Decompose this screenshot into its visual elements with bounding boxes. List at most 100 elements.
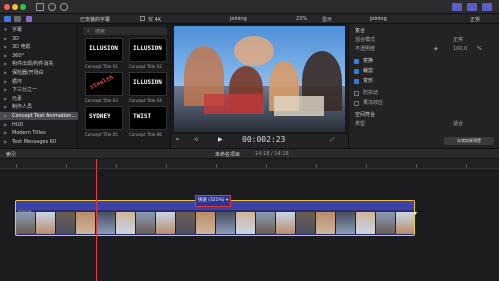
title-bar (0, 0, 499, 14)
rolling-checkbox[interactable] (354, 101, 359, 106)
crop-checkbox[interactable] (354, 69, 359, 74)
filmstrip-frame (36, 212, 56, 234)
rolling-row[interactable]: 果冻效应 (349, 99, 499, 108)
zoom-level[interactable]: 23% (296, 16, 307, 22)
playhead[interactable] (96, 159, 97, 281)
disclosure-icon[interactable]: ▶ (4, 52, 7, 60)
timeline-toolbar: 索引 未命名项目 14:18 / 14:18 (0, 148, 499, 159)
diamond-icon[interactable]: ◆ (434, 45, 438, 54)
ruler-tick (216, 164, 217, 168)
layout-icon-2[interactable] (467, 3, 477, 11)
clip-end-handle[interactable]: ▾ (414, 210, 417, 217)
disclosure-icon[interactable]: ▶ (4, 43, 7, 51)
sidebar-item[interactable]: ▶ HUD (0, 121, 78, 129)
sidebar-item[interactable]: ▶ 下三分之一 (0, 86, 78, 94)
disclosure-icon[interactable]: ▶ (4, 35, 7, 43)
ruler-tick (266, 164, 267, 168)
filmstrip-frame (116, 212, 136, 234)
sidebar-item[interactable]: ▶ 元素 (0, 95, 78, 103)
browser-header: 已安装的字幕 (80, 17, 111, 23)
zoom-window-button[interactable] (20, 4, 26, 10)
sidebar-item[interactable]: ▶ 构件出现/构件消失 (0, 60, 78, 68)
sidebar-item[interactable]: ▼ 字幕 (0, 26, 78, 34)
opacity-unit: % (477, 46, 482, 52)
stabilize-checkbox[interactable] (354, 91, 359, 96)
disclosure-icon[interactable]: ▶ (4, 112, 7, 120)
blend-value[interactable]: 正常 (453, 36, 463, 45)
filmstrip-frame (76, 212, 96, 234)
play-button[interactable]: ▶ (218, 136, 223, 143)
title-thumbnail[interactable]: ILLUSION (85, 38, 123, 62)
type-row: 类型 适合 (349, 120, 499, 129)
transform-checkbox[interactable] (354, 59, 359, 64)
sidebar-item[interactable]: ▶ 保险器/开场白 (0, 69, 78, 77)
disclosure-icon[interactable]: ▶ (4, 121, 7, 129)
title-browser: ⌕ 搜索 ILLUSION Concept Title 01 ILLUSION Con… (79, 24, 171, 148)
keyword-icon[interactable] (48, 3, 56, 11)
thumbnail-caption: Concept Title 04 (129, 98, 162, 103)
retime-icon[interactable]: ⟲ (194, 137, 198, 143)
title-thumbnail[interactable]: stealth (85, 72, 123, 96)
ruler-tick (66, 164, 67, 168)
filmstrip-frame (376, 212, 396, 234)
thumbnail-caption: Concept Title 06 (129, 132, 162, 137)
transform-icon[interactable]: ⌗ (176, 137, 179, 143)
title-thumbnail[interactable]: ILLUSION (129, 72, 167, 96)
title-thumbnail[interactable]: TWIST (129, 106, 167, 130)
disclosure-icon[interactable]: ▶ (4, 103, 7, 111)
sidebar-item[interactable]: ▶ Text Messages 60 (0, 138, 78, 146)
minimize-window-button[interactable] (12, 4, 18, 10)
search-input[interactable]: ⌕ 搜索 (83, 27, 167, 35)
disclosure-icon[interactable]: ▶ (4, 60, 7, 68)
disclosure-icon[interactable]: ▼ (4, 26, 7, 34)
photos-icon[interactable] (14, 16, 21, 22)
distort-row[interactable]: 变形 (349, 77, 499, 86)
disclosure-icon[interactable]: ▶ (4, 69, 7, 77)
filmstrip-frame (16, 212, 36, 234)
sidebar-item[interactable]: ▶ Concept Text Animation... (0, 112, 78, 120)
ruler-tick (416, 164, 417, 168)
only4k-checkbox[interactable] (140, 16, 145, 21)
close-window-button[interactable] (4, 4, 10, 10)
viewer: ⌗ ⟲ ▶ 00:002:23 ⤢ (172, 24, 347, 148)
opacity-row: 不透明度 ◆ 100.0% (349, 45, 499, 54)
sidebar-item-label: HUD (12, 121, 24, 128)
sidebar-item-label: 3D (12, 35, 20, 42)
sidebar-item[interactable]: ▶ 制作人员 (0, 103, 78, 111)
sidebar-item[interactable]: ▶ 3D 电影 (0, 43, 78, 51)
index-button[interactable]: 索引 (6, 151, 16, 158)
type-value[interactable]: 适合 (453, 120, 463, 129)
thumbnail-caption: Concept Title 03 (85, 98, 118, 103)
crop-row[interactable]: 裁剪 (349, 67, 499, 76)
disclosure-icon[interactable]: ▶ (4, 129, 7, 137)
filmstrip-frame (96, 212, 116, 234)
check-icon[interactable] (60, 3, 68, 11)
sidebar-item[interactable]: ▶ Modern Titles (0, 129, 78, 137)
layout-icon-3[interactable] (482, 3, 492, 11)
disclosure-icon[interactable]: ▶ (4, 138, 7, 146)
disclosure-icon[interactable]: ▶ (4, 86, 7, 94)
ruler-tick (116, 164, 117, 168)
transform-row[interactable]: 变换 (349, 57, 499, 66)
distort-checkbox[interactable] (354, 79, 359, 84)
title-thumbnail[interactable]: SYDNEY (85, 106, 123, 130)
disclosure-icon[interactable]: ▶ (4, 78, 7, 86)
stabilize-row[interactable]: 防抖动 (349, 89, 499, 98)
disclosure-icon[interactable]: ▶ (4, 95, 7, 103)
filmstrip-frame (276, 212, 296, 234)
speed-label[interactable]: 快速 (321%) ▾ (195, 195, 231, 207)
layout-icon[interactable] (452, 3, 462, 11)
library-icon[interactable] (4, 16, 11, 22)
sidebar-item[interactable]: ▶ 3D (0, 35, 78, 43)
fullscreen-icon[interactable]: ⤢ (330, 137, 334, 143)
sidebar-item[interactable]: ▶ 循环 (0, 78, 78, 86)
display-menu[interactable]: 显示 (322, 16, 332, 23)
filmstrip-frame (196, 212, 216, 234)
opacity-value[interactable]: 100.0 (453, 45, 467, 54)
title-thumbnail[interactable]: ILLUSION (129, 38, 167, 62)
sidebar-item[interactable]: ▶ 360° (0, 52, 78, 60)
import-media-icon[interactable] (36, 3, 44, 11)
save-preset-button[interactable]: 存储效果预置 (444, 137, 494, 145)
titles-icon[interactable] (26, 16, 32, 22)
timeline-ruler[interactable] (0, 159, 499, 169)
